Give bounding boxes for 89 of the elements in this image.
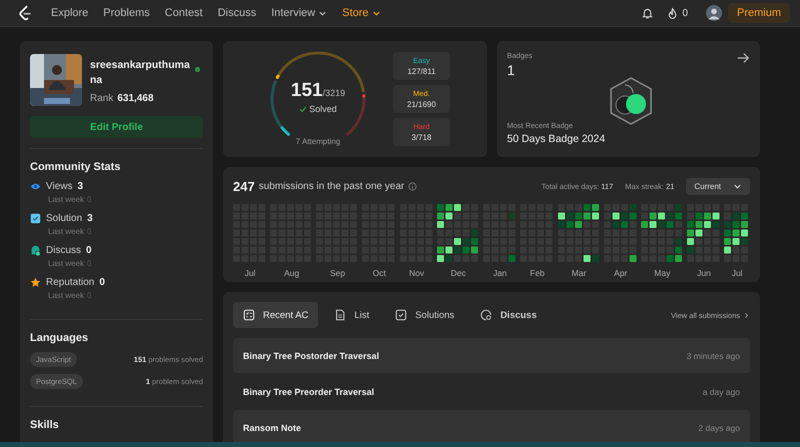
avatar-icon[interactable] — [706, 5, 722, 21]
edit-profile-button[interactable]: Edit Profile — [30, 116, 203, 138]
submission-time: a day ago — [702, 386, 740, 396]
total-count: /3219 — [322, 88, 346, 98]
submission-row[interactable]: Binary Tree Postorder Traversal 3 minutes ago — [233, 338, 750, 373]
problem-title: Ransom Note — [243, 422, 302, 432]
attempting-label: 7 Attempting — [294, 137, 342, 146]
month-label: Jul — [732, 268, 743, 278]
stat-value: 0 — [86, 245, 92, 256]
month-label: Jul — [244, 268, 256, 278]
stat-sublabel: Last week — [48, 195, 84, 204]
recent-badge-name: 50 Days Badge 2024 — [507, 133, 606, 145]
heatmap-drawing — [482, 204, 517, 263]
check-icon — [299, 105, 308, 113]
section-title: Languages — [30, 332, 90, 344]
submission-row[interactable]: Binary Tree Preorder Traversal a day ago — [233, 374, 750, 409]
problem-title: Binary Tree Preorder Traversal — [243, 386, 374, 396]
submission-time: 2 days ago — [698, 422, 740, 432]
difficulty-count: 21/1690 — [407, 100, 436, 109]
info-icon[interactable] — [408, 182, 418, 190]
badge-drawing — [609, 77, 653, 125]
section-title: Community Stats — [30, 161, 122, 173]
checkbox-icon — [395, 309, 408, 321]
bell-icon[interactable] — [641, 6, 654, 20]
heatmap-drawing — [641, 204, 684, 263]
stat-sublabel: Last week — [48, 291, 84, 300]
section-title: Skills — [30, 419, 60, 431]
eye-icon — [30, 181, 41, 192]
stat-sublabel: Last week — [48, 227, 84, 236]
year-dropdown[interactable]: Current — [686, 178, 750, 194]
submissions-text: submissions in the past one year — [258, 180, 404, 192]
solved-count: 151 — [290, 80, 323, 102]
nav-link[interactable]: Interview — [271, 7, 328, 19]
nav-link[interactable]: Store — [342, 7, 381, 19]
logo-icon[interactable] — [17, 5, 33, 21]
stat-value: 3 — [78, 181, 84, 192]
heatmap-drawing — [558, 204, 600, 263]
stat-label: Reputation — [46, 277, 94, 288]
username: sreesankarputhumana — [90, 58, 190, 88]
stat-label: Solution — [46, 213, 82, 224]
nav-link[interactable]: Contest — [164, 7, 203, 19]
difficulty-count: 3/718 — [411, 133, 432, 142]
month-label: Nov — [409, 268, 424, 278]
month-label: Aug — [284, 268, 300, 278]
problem-title: Binary Tree Postorder Traversal — [243, 350, 380, 360]
stat-label: Discuss — [46, 245, 82, 256]
stat-value: 0 — [99, 277, 105, 288]
document-icon — [334, 309, 346, 321]
month-label: Dec — [450, 268, 466, 278]
checkbox-icon — [30, 213, 41, 224]
month-label: Oct — [372, 268, 386, 278]
arrow-right-icon[interactable] — [736, 51, 750, 65]
nav-link[interactable]: Explore — [51, 7, 88, 19]
nav-link[interactable]: Problems — [103, 7, 150, 19]
checklist-icon — [243, 309, 255, 321]
submission-time: 3 minutes ago — [686, 350, 740, 360]
month-label: Apr — [614, 268, 628, 278]
month-label: Jan — [493, 268, 507, 278]
nav-link[interactable]: Discuss — [218, 7, 256, 19]
month-label: Mar — [572, 268, 586, 278]
heatmap-drawing — [724, 204, 750, 263]
month-label: Jun — [697, 268, 711, 278]
rank-label: Rank — [90, 93, 114, 104]
stat-value: 3 — [87, 213, 93, 224]
submissions-count: 247 — [233, 178, 255, 194]
month-label: May — [654, 268, 670, 278]
star-icon — [30, 277, 41, 288]
tab[interactable]: Discuss — [470, 302, 547, 328]
tab[interactable]: Solutions — [385, 302, 464, 328]
month-label: Feb — [530, 268, 545, 278]
stat-sublabel: Last week — [48, 259, 84, 268]
heatmap-drawing — [686, 204, 721, 263]
premium-button[interactable]: Premium — [728, 3, 790, 23]
heatmap-drawing — [437, 204, 480, 263]
chat-icon — [30, 245, 41, 256]
chevron-right-icon — [743, 312, 750, 318]
status-icon — [194, 66, 201, 73]
streak-count: 0 — [682, 8, 688, 18]
chat-search-icon — [480, 309, 492, 321]
rank-value: 631,468 — [117, 93, 154, 104]
tab[interactable]: Recent AC — [233, 302, 318, 328]
difficulty-count: 127/811 — [407, 67, 436, 76]
submission-row[interactable]: Ransom Note 2 days ago — [233, 410, 750, 445]
badges-count: 1 — [507, 62, 516, 78]
solved-label: Solved — [309, 104, 337, 114]
tab[interactable]: List — [324, 302, 380, 328]
stat-label: Views — [46, 181, 72, 192]
month-label: Sep — [330, 268, 346, 278]
heatmap-drawing — [604, 204, 638, 263]
